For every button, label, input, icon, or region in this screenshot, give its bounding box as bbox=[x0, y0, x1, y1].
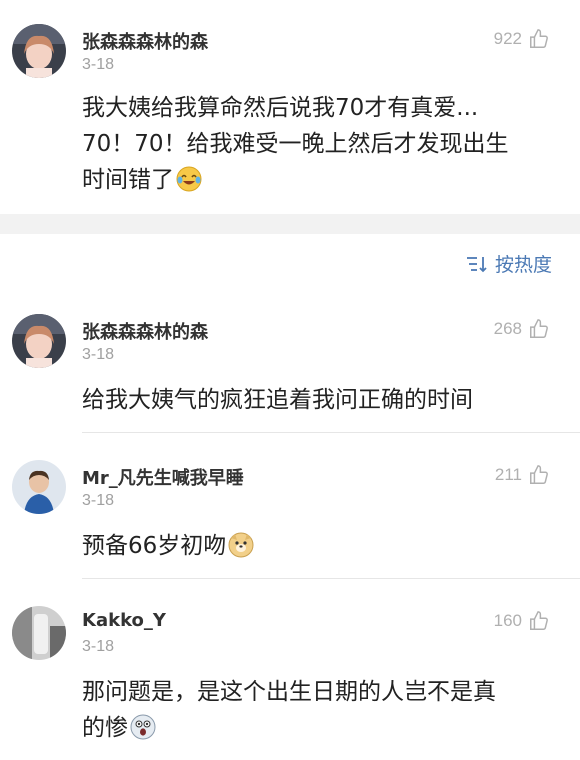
comment-date: 3-18 bbox=[82, 56, 115, 73]
sort-label: 按热度 bbox=[494, 254, 552, 276]
comment-text: 给我大姨气的疯狂追着我问正确的时间 bbox=[82, 382, 552, 418]
like-button[interactable]: 922 bbox=[494, 28, 550, 50]
avatar[interactable] bbox=[12, 606, 66, 660]
like-button[interactable]: 211 bbox=[495, 464, 550, 486]
like-count: 268 bbox=[493, 319, 522, 338]
comment-line: 预备66岁初吻 bbox=[82, 533, 227, 559]
thumbs-up-icon bbox=[530, 611, 548, 630]
avatar[interactable] bbox=[12, 314, 66, 368]
comment-line: 70！70！给我难受一晚上然后才发现出生 bbox=[82, 131, 509, 157]
username[interactable]: Mr_凡先生喊我早睡 bbox=[82, 464, 244, 490]
laugh-cry-emoji-icon bbox=[176, 166, 202, 192]
scared-emoji-icon bbox=[130, 714, 156, 740]
avatar[interactable] bbox=[12, 460, 66, 514]
comment-text: 那问题是，是这个出生日期的人岂不是真 的惨 bbox=[82, 674, 552, 746]
thumbs-up-icon bbox=[530, 465, 548, 484]
comment-line: 给我大姨气的疯狂追着我问正确的时间 bbox=[82, 387, 473, 413]
comment-line: 时间错了 bbox=[82, 167, 174, 193]
like-count: 160 bbox=[493, 611, 522, 630]
comment-date: 3-18 bbox=[82, 638, 115, 655]
comment-line: 的惨 bbox=[82, 715, 128, 741]
divider bbox=[82, 432, 580, 433]
username[interactable]: 张森森森林的森 bbox=[82, 318, 208, 344]
section-separator bbox=[0, 214, 580, 234]
comment-text: 我大姨给我算命然后说我70才有真爱... 70！70！给我难受一晚上然后才发现出… bbox=[82, 90, 552, 198]
thumbs-up-icon bbox=[530, 319, 548, 338]
comment-line: 那问题是，是这个出生日期的人岂不是真 bbox=[82, 679, 496, 705]
like-count: 922 bbox=[493, 29, 522, 48]
avatar[interactable] bbox=[12, 24, 66, 78]
comment-date: 3-18 bbox=[82, 492, 115, 509]
divider bbox=[82, 578, 580, 579]
thumbs-up-icon bbox=[530, 29, 548, 48]
username[interactable]: Kakko_Y bbox=[82, 610, 166, 631]
like-count: 211 bbox=[494, 465, 522, 484]
doge-emoji-icon bbox=[228, 532, 254, 558]
like-button[interactable]: 160 bbox=[494, 610, 550, 632]
comment-date: 3-18 bbox=[82, 346, 115, 363]
sort-icon bbox=[466, 256, 487, 272]
comment-line: 我大姨给我算命然后说我70才有真爱... bbox=[82, 95, 479, 121]
comment-text: 预备66岁初吻 bbox=[82, 528, 552, 564]
sort-by-hot-button[interactable]: 按热度 bbox=[465, 250, 552, 277]
like-button[interactable]: 268 bbox=[494, 318, 550, 340]
username[interactable]: 张森森森林的森 bbox=[82, 28, 208, 54]
